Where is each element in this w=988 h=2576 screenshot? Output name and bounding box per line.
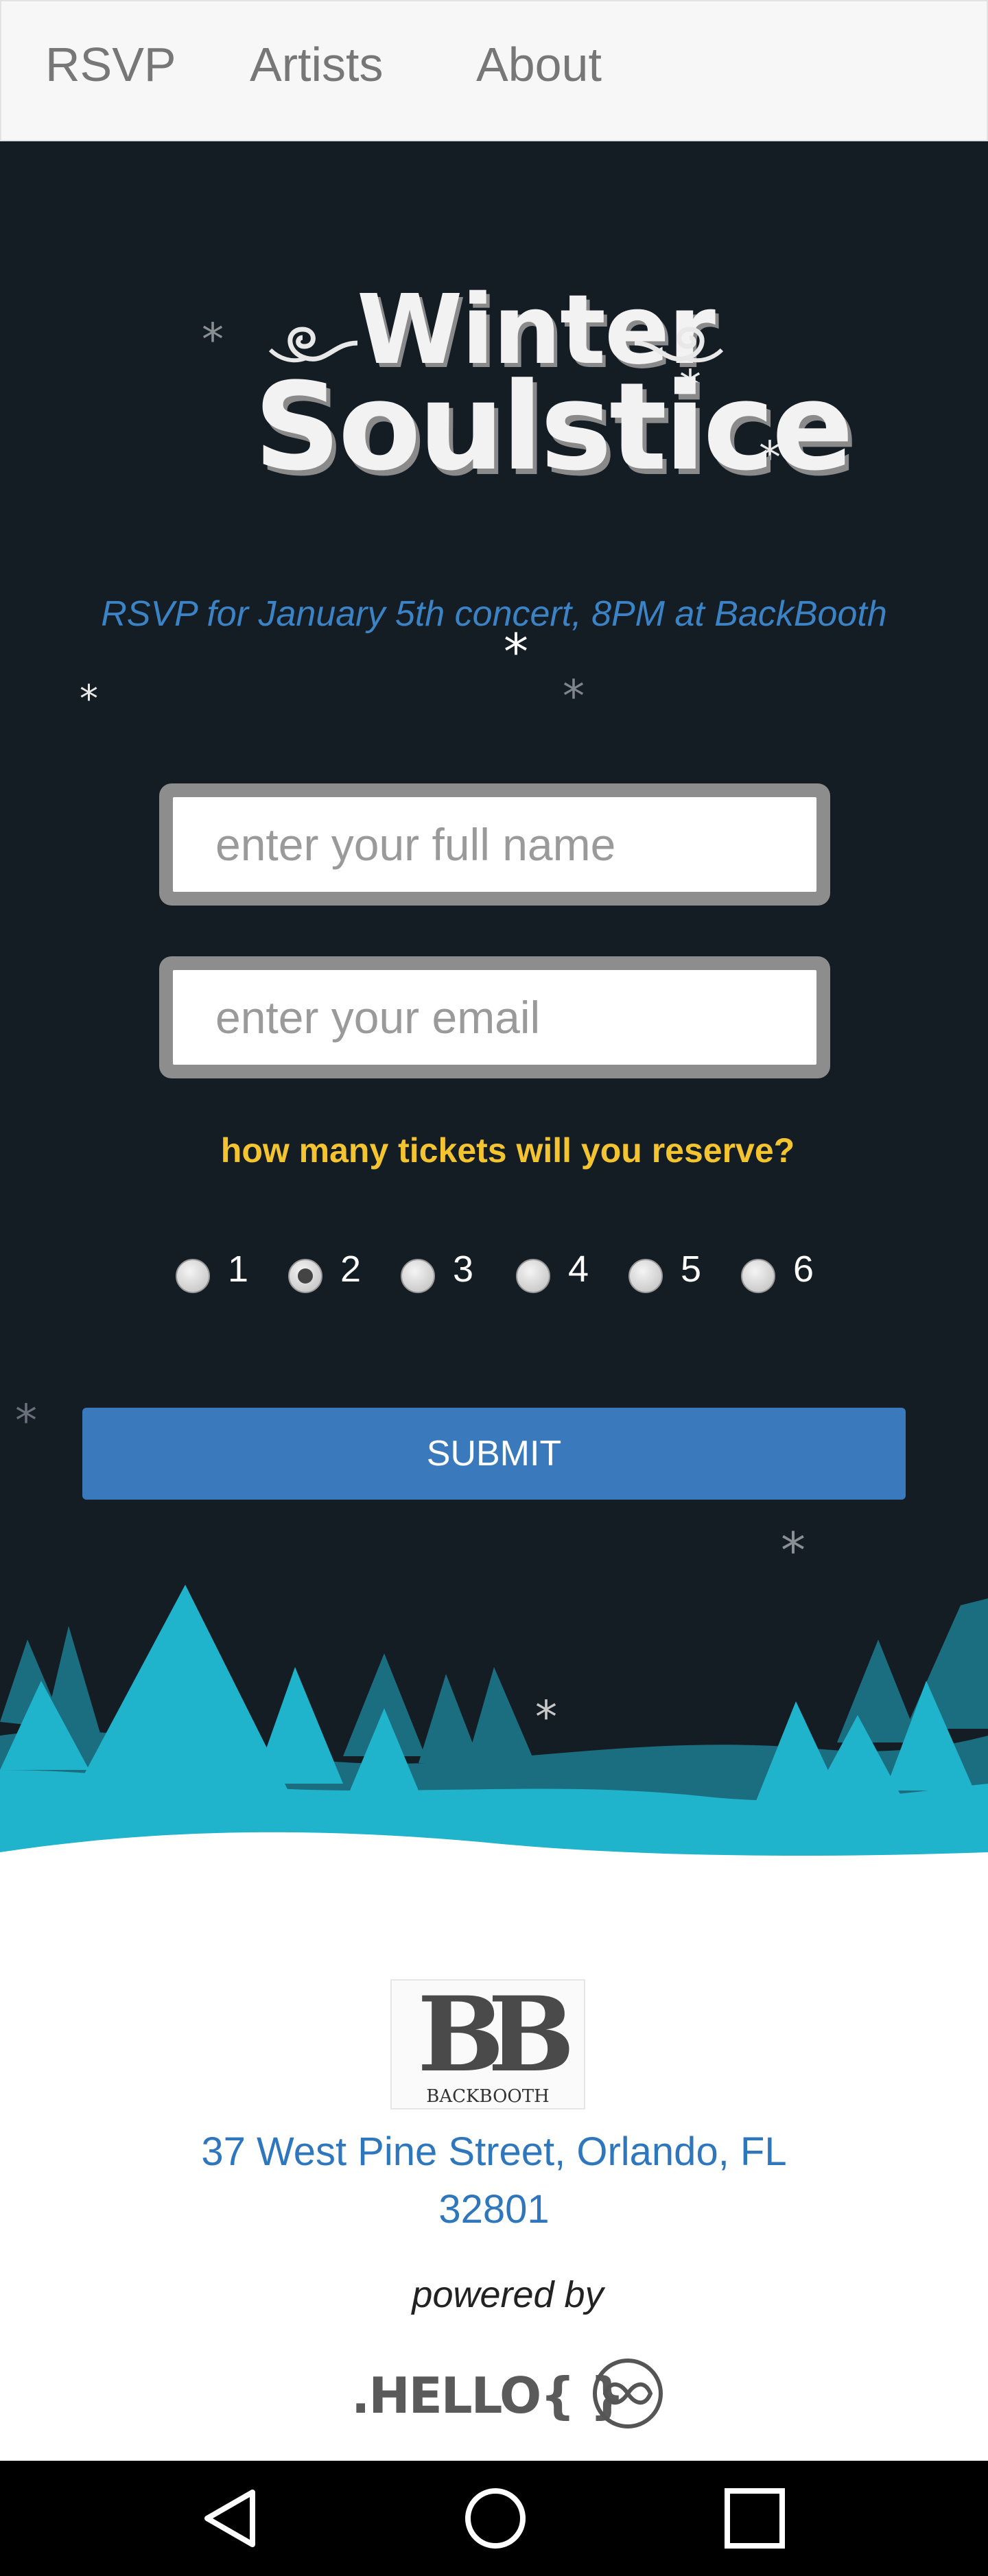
radio-label: 4 — [568, 1249, 589, 1290]
radio-label: 5 — [681, 1249, 702, 1290]
radio-label: 1 — [228, 1249, 249, 1290]
recents-icon[interactable] — [725, 2488, 785, 2549]
infinity-badge-icon — [593, 2359, 663, 2429]
submit-button[interactable]: SUBMIT — [82, 1408, 906, 1500]
back-icon[interactable] — [199, 2487, 261, 2550]
radio-button[interactable] — [401, 1259, 435, 1293]
event-title: Winter Soulstice — [226, 268, 854, 501]
snowflake: * — [202, 315, 224, 366]
snowflake: * — [563, 672, 585, 722]
ticket-question: how many tickets will you reserve? — [220, 1131, 795, 1170]
hello-logo: .HELLO{ } — [351, 2367, 625, 2424]
ticket-radio-group: 1 2 3 4 5 6 — [176, 1245, 834, 1300]
system-navigation-bar — [0, 2461, 988, 2576]
email-field-frame — [159, 956, 830, 1078]
radio-button[interactable] — [741, 1259, 775, 1293]
powered-by-text: powered by — [412, 2274, 604, 2315]
title-soulstice: Soulstice — [254, 357, 854, 497]
logo-letters: BB — [417, 1976, 569, 2095]
nav-item-rsvp[interactable]: RSVP — [45, 37, 176, 92]
radio-button[interactable] — [176, 1259, 210, 1293]
nav-item-about[interactable]: About — [476, 37, 602, 92]
email-input[interactable] — [173, 970, 816, 1065]
radio-button[interactable] — [628, 1259, 663, 1293]
name-field-frame — [159, 783, 830, 906]
snowflake: * — [80, 677, 98, 720]
address-line-1: 37 West Pine Street, Orlando, FL — [201, 2129, 787, 2174]
radio-button[interactable] — [516, 1259, 550, 1293]
event-subtitle: RSVP for January 5th concert, 8PM at Bac… — [101, 594, 887, 634]
winter-forest-illustration — [0, 1585, 988, 1880]
radio-label: 6 — [793, 1249, 814, 1290]
radio-button[interactable] — [288, 1259, 322, 1293]
radio-label: 3 — [453, 1249, 474, 1290]
nav-item-artists[interactable]: Artists — [250, 37, 383, 92]
address-line-2: 32801 — [438, 2187, 550, 2232]
logo-caption: BACKBOOTH — [426, 2086, 549, 2107]
backbooth-logo: BB BACKBOOTH — [390, 1976, 586, 2110]
top-nav: RSVP Artists About — [0, 0, 988, 141]
full-name-input[interactable] — [173, 797, 816, 892]
snowflake: * — [15, 1396, 37, 1447]
home-icon[interactable] — [464, 2487, 527, 2550]
venue-address: 37 West Pine Street, Orlando, FL 32801 — [0, 2123, 988, 2238]
radio-label: 2 — [340, 1249, 362, 1290]
